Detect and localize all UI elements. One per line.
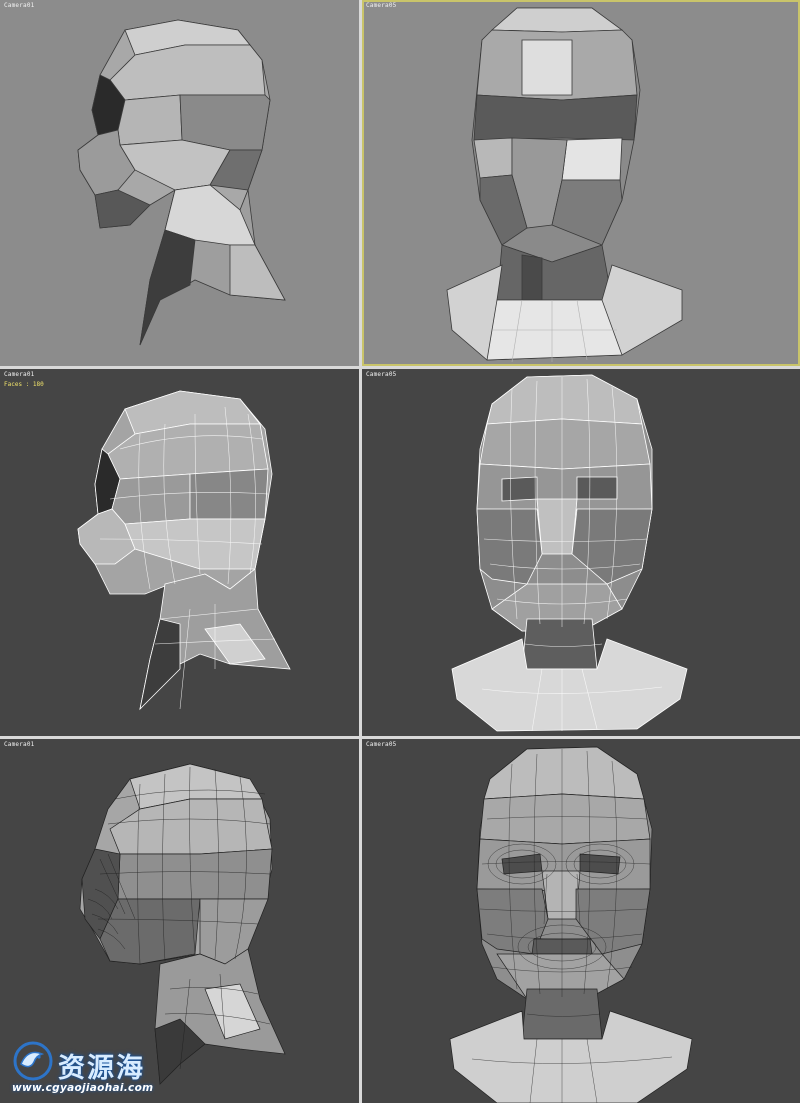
viewport-bottom-right[interactable]: Camera05: [362, 739, 800, 1103]
viewport-top-left[interactable]: Camera01: [0, 0, 359, 366]
viewport-middle-right[interactable]: Camera05: [362, 369, 800, 736]
watermark-url[interactable]: www.cgyaojiaohai.com: [12, 1082, 153, 1094]
swirl-fish-logo-icon: [13, 1041, 53, 1081]
watermark: 资源海 www.cgyaojiaohai.com: [8, 1040, 158, 1096]
head-front-lowpoly: [446, 7, 683, 363]
viewport-grid: Camera01 Camera05 Camera01 Faces: 180 C…: [0, 0, 800, 1103]
head-front-detailed: [449, 746, 693, 1103]
watermark-title: 资源海: [58, 1053, 145, 1084]
head-side-lowpoly: [77, 19, 286, 346]
viewport-middle-left[interactable]: Camera01 Faces : 180: [0, 369, 359, 736]
head-side-wireframe: [77, 390, 291, 711]
viewport-top-right[interactable]: Camera05: [362, 0, 800, 366]
head-front-wireframe: [451, 374, 688, 732]
